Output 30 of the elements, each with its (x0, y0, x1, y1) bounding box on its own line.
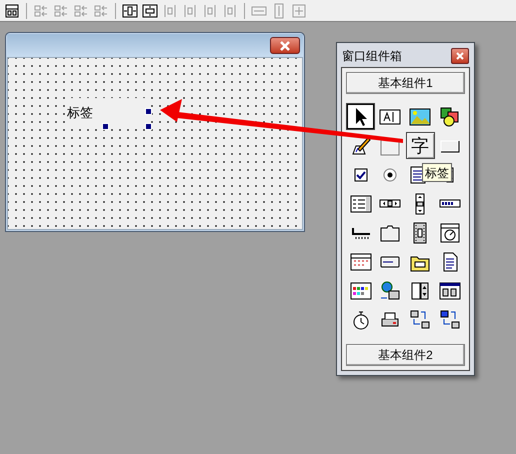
close-button[interactable] (270, 37, 300, 54)
tool-button[interactable] (346, 103, 375, 130)
label-tool-glyph: 字 (411, 136, 429, 154)
resize-handle[interactable] (102, 123, 109, 130)
horizontal-scrollbar-icon (379, 199, 402, 208)
resize-handle[interactable] (145, 123, 152, 130)
checklist-icon (350, 192, 372, 214)
tool-button[interactable]: 字 (406, 132, 434, 159)
close-icon (456, 52, 464, 60)
shapes-icon (438, 106, 461, 128)
spin-button-icon (409, 280, 431, 302)
close-button[interactable] (451, 48, 469, 64)
resize-handle[interactable] (145, 108, 152, 115)
layout-icon[interactable] (4, 2, 20, 18)
toolbox-title: 窗口组件箱 (342, 48, 402, 65)
image-icon (409, 106, 431, 128)
close-icon (279, 40, 291, 50)
progress-bar-icon (438, 199, 461, 208)
calendar-icon (350, 250, 372, 272)
palette-icon (350, 280, 372, 302)
globe-computer-icon (379, 280, 402, 302)
window-icon (438, 280, 461, 302)
group-button[interactable]: 基本组件2 (346, 344, 465, 366)
computer-transfer-icon (409, 308, 431, 330)
computer-transfer-icon (438, 308, 461, 330)
group-button[interactable]: 基本组件1 (346, 72, 465, 94)
center-vertical-icon[interactable] (142, 2, 158, 18)
center-horizontal-icon[interactable] (122, 2, 138, 18)
label-text: 标签 (67, 106, 93, 118)
gauge-window-icon (438, 222, 461, 244)
